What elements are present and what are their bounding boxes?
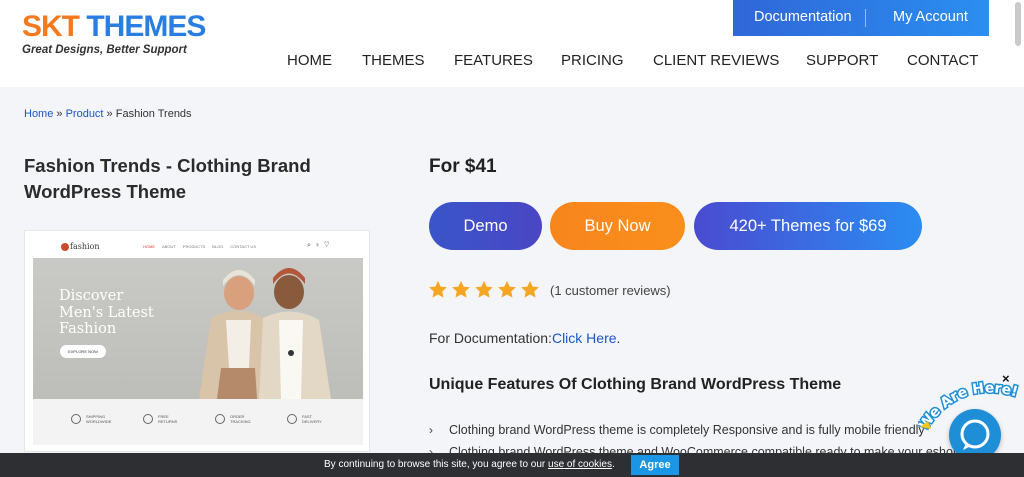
documentation-label: For Documentation: <box>429 330 552 346</box>
top-buttons-bar: Documentation My Account <box>733 0 989 36</box>
breadcrumb-current: Fashion Trends <box>115 108 192 120</box>
breadcrumb-product[interactable]: Product <box>66 108 104 120</box>
preview-logo: fashion <box>61 242 100 251</box>
preview-header-icons: ⌕♀♡ <box>307 242 334 249</box>
nav-item-themes[interactable]: THEMES <box>362 52 425 69</box>
feature-list-item: › Clothing brand WordPress theme is compl… <box>429 423 925 437</box>
preview-headline: Discover Men's Latest Fashion <box>59 288 154 337</box>
feature-text: Clothing brand WordPress theme is comple… <box>449 423 925 437</box>
documentation-suffix: . <box>616 330 621 346</box>
buy-now-button[interactable]: Buy Now <box>550 202 685 250</box>
site-logo[interactable]: SKT THEMES Great Designs, Better Support <box>22 10 206 57</box>
preview-menu: HOME ABOUT PRODUCTS BLOG CONTACT US <box>143 244 256 249</box>
nav-item-pricing[interactable]: PRICING <box>561 52 624 69</box>
preview-feature: FAST DELIVERY <box>287 414 332 424</box>
preview-feature: FREE RETURNS <box>143 414 188 424</box>
nav-item-contact[interactable]: CONTACT <box>907 52 978 69</box>
breadcrumb-home[interactable]: Home <box>24 108 53 120</box>
cookie-consent-bar: By continuing to browse this site, you a… <box>0 453 1024 477</box>
nav-item-support[interactable]: SUPPORT <box>806 52 878 69</box>
preview-header: fashion HOME ABOUT PRODUCTS BLOG CONTACT US … <box>25 231 369 258</box>
reviews-count-link[interactable]: (1 customer reviews) <box>550 283 671 298</box>
scrollbar-thumb[interactable] <box>1015 2 1021 46</box>
star-icon <box>452 280 470 298</box>
themes-bundle-button[interactable]: 420+ Themes for $69 <box>694 202 922 250</box>
product-price: For $41 <box>429 156 497 177</box>
logo-text-skt: SKT <box>22 10 80 43</box>
star-icon <box>475 280 493 298</box>
scrollbar[interactable] <box>1012 0 1024 87</box>
features-heading: Unique Features Of Clothing Brand WordPr… <box>429 376 842 393</box>
documentation-link[interactable]: Click Here <box>552 330 617 346</box>
nav-item-features[interactable]: FEATURES <box>454 52 533 69</box>
preview-feature: SHIPPING WORLDWIDE <box>71 414 116 424</box>
nav-item-home[interactable]: HOME <box>287 52 332 69</box>
documentation-line: For Documentation:Click Here. <box>429 330 620 346</box>
nav-item-client-reviews[interactable]: CLIENT REVIEWS <box>653 52 779 69</box>
site-header: SKT THEMES Great Designs, Better Support… <box>0 0 1024 87</box>
breadcrumb-separator: » <box>53 108 66 120</box>
cookie-message: By continuing to browse this site, you a… <box>324 459 615 470</box>
cookie-agree-button[interactable]: Agree <box>631 455 679 475</box>
star-icon <box>429 280 447 298</box>
main-nav: HOME THEMES FEATURES PRICING CLIENT REVI… <box>0 52 1024 72</box>
chevron-right-icon: › <box>429 423 433 437</box>
top-buttons-divider <box>865 9 866 27</box>
preview-features-strip: SHIPPING WORLDWIDE FREE RETURNS ORDER TR… <box>33 399 363 445</box>
star-icon <box>498 280 516 298</box>
rating-stars <box>428 280 543 299</box>
product-title: Fashion Trends - Clothing Brand WordPres… <box>24 155 311 202</box>
my-account-button[interactable]: My Account <box>893 9 968 25</box>
cookie-policy-link[interactable]: use of cookies <box>548 459 612 470</box>
logo-text-themes: THEMES <box>79 10 206 43</box>
breadcrumb-separator: » <box>103 108 116 120</box>
theme-preview-image[interactable]: fashion HOME ABOUT PRODUCTS BLOG CONTACT US … <box>24 230 370 452</box>
preview-explore-button: EXPLORE NOW <box>60 345 106 358</box>
star-icon <box>521 280 539 298</box>
preview-feature: ORDER TRACKING <box>215 414 260 424</box>
breadcrumb: Home » Product » Fashion Trends <box>24 108 192 120</box>
demo-button[interactable]: Demo <box>429 202 542 250</box>
documentation-button[interactable]: Documentation <box>754 9 852 25</box>
preview-hero: Discover Men's Latest Fashion EXPLORE NO… <box>33 258 363 399</box>
preview-models-illustration <box>199 268 331 399</box>
